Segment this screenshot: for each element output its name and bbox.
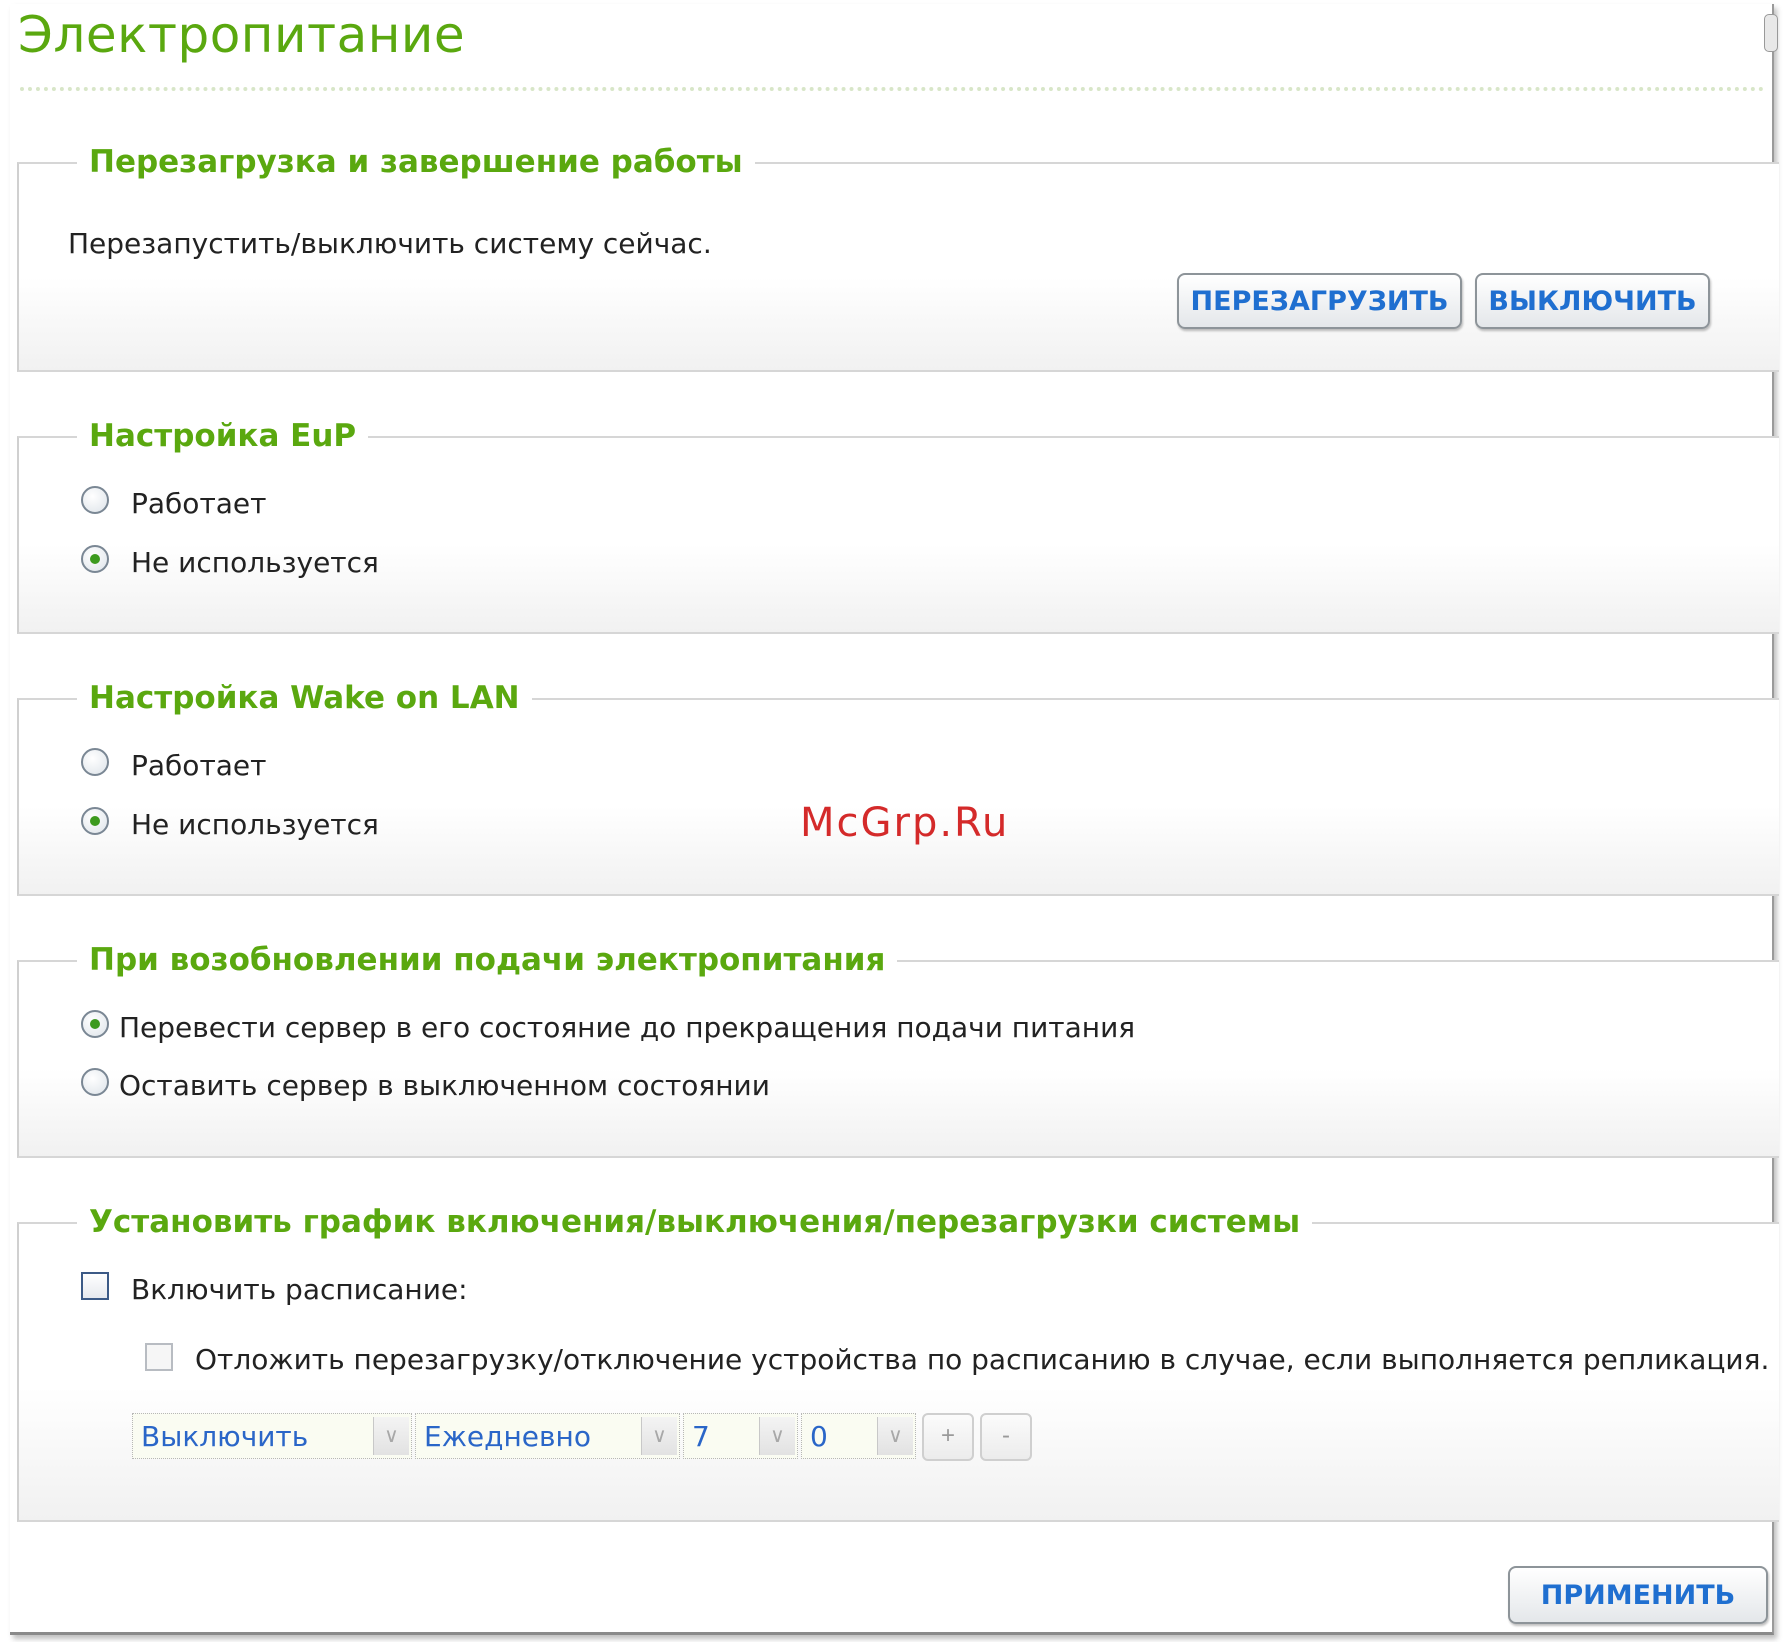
stay-off-label: Оставить сервер в выключенном состоянии	[119, 1069, 770, 1102]
enable-schedule-label: Включить расписание:	[131, 1273, 468, 1306]
schedule-minute-select[interactable]: 0 ∨	[801, 1413, 916, 1459]
restore-state-label: Перевести сервер в его состояние до прек…	[119, 1011, 1136, 1044]
schedule-frequency-select[interactable]: Ежедневно ∨	[415, 1413, 680, 1459]
eup-disabled-radio[interactable]	[81, 545, 109, 573]
scrollbar-handle[interactable]	[1764, 14, 1778, 52]
chevron-down-icon[interactable]: ∨	[373, 1417, 409, 1455]
remove-schedule-button[interactable]: -	[980, 1413, 1032, 1461]
section-title: Установить график включения/выключения/п…	[77, 1202, 1313, 1242]
section-title: Настройка Wake on LAN	[77, 678, 532, 718]
wol-section: Настройка Wake on LAN	[17, 678, 1779, 896]
page-title: Электропитание	[18, 6, 466, 64]
wol-enabled-label: Работает	[131, 749, 267, 782]
section-title: Перезагрузка и завершение работы	[77, 142, 755, 182]
add-schedule-button[interactable]: +	[922, 1413, 974, 1461]
chevron-down-icon[interactable]: ∨	[759, 1417, 795, 1455]
power-recovery-section: При возобновлении подачи электропитания	[17, 940, 1779, 1158]
restart-shutdown-section: Перезагрузка и завершение работы	[17, 142, 1779, 372]
postpone-replication-checkbox[interactable]	[145, 1343, 173, 1371]
postpone-replication-label: Отложить перезагрузку/отключение устройс…	[195, 1343, 1770, 1376]
chevron-down-icon[interactable]: ∨	[877, 1417, 913, 1455]
schedule-hour-select[interactable]: 7 ∨	[683, 1413, 798, 1459]
wol-disabled-radio[interactable]	[81, 807, 109, 835]
restart-button[interactable]: ПЕРЕЗАГРУЗИТЬ	[1177, 273, 1462, 329]
eup-enabled-radio[interactable]	[81, 486, 109, 514]
section-title: Настройка EuP	[77, 416, 369, 456]
schedule-frequency-value: Ежедневно	[424, 1420, 591, 1453]
wol-enabled-radio[interactable]	[81, 748, 109, 776]
wol-disabled-label: Не используется	[131, 808, 379, 841]
schedule-action-value: Выключить	[141, 1420, 309, 1453]
chevron-down-icon[interactable]: ∨	[641, 1417, 677, 1455]
title-divider	[20, 87, 1765, 91]
eup-enabled-label: Работает	[131, 487, 267, 520]
schedule-action-select[interactable]: Выключить ∨	[132, 1413, 412, 1459]
shutdown-button[interactable]: ВЫКЛЮЧИТЬ	[1475, 273, 1710, 329]
eup-disabled-label: Не используется	[131, 546, 379, 579]
enable-schedule-checkbox[interactable]	[81, 1272, 109, 1300]
schedule-minute-value: 0	[810, 1420, 828, 1453]
schedule-hour-value: 7	[692, 1420, 710, 1453]
eup-section: Настройка EuP	[17, 416, 1779, 634]
restart-description: Перезапустить/выключить систему сейчас.	[68, 227, 712, 260]
watermark-text: McGrp.Ru	[800, 800, 1010, 846]
section-title: При возобновлении подачи электропитания	[77, 940, 898, 980]
stay-off-radio[interactable]	[81, 1068, 109, 1096]
apply-button[interactable]: ПРИМЕНИТЬ	[1508, 1566, 1768, 1624]
restore-state-radio[interactable]	[81, 1010, 109, 1038]
